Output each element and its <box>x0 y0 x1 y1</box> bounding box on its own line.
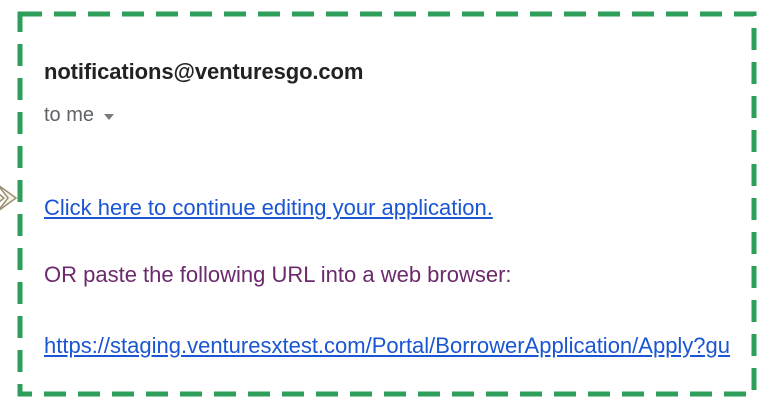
application-url-link[interactable]: https://staging.venturesxtest.com/Portal… <box>44 333 730 358</box>
sender-email: notifications@venturesgo.com <box>44 59 364 84</box>
paste-url-instruction: OR paste the following URL into a web br… <box>44 262 512 287</box>
caret-down-icon[interactable] <box>104 113 115 120</box>
recipient-details-toggle[interactable]: to me <box>44 104 115 127</box>
recipient-label: to me <box>44 104 95 126</box>
arrow-pointer-icon <box>0 185 18 211</box>
continue-application-link[interactable]: Click here to continue editing your appl… <box>44 195 493 221</box>
email-screenshot-panel: notifications@venturesgo.com to me Click… <box>0 0 765 398</box>
url-container: https://staging.venturesxtest.com/Portal… <box>44 333 749 359</box>
